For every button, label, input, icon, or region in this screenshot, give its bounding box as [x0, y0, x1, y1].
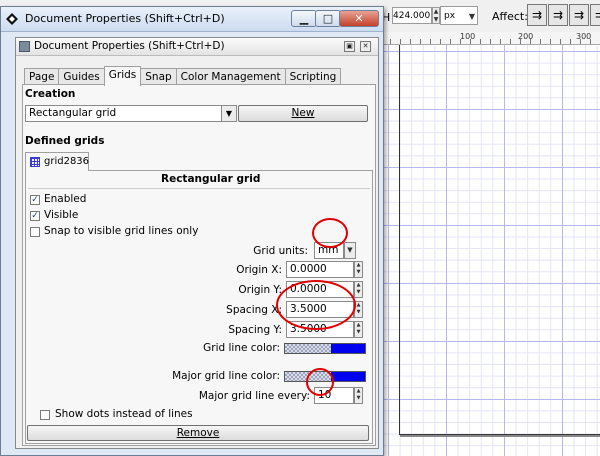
remove-grid-button[interactable]: Remove: [27, 425, 369, 441]
snap-visible-label: Snap to visible grid lines only: [44, 225, 199, 237]
visible-label: Visible: [44, 209, 79, 221]
major-grid-line-color-label: Major grid line color:: [172, 370, 280, 382]
grid-units-select[interactable]: mm: [314, 242, 344, 259]
tab-bar: Page Guides Grids Snap Color Management …: [24, 66, 342, 86]
spacing-y-spinner[interactable]: ▲ ▼: [354, 321, 363, 338]
divider: [28, 188, 370, 189]
show-dots-checkbox[interactable]: [40, 410, 50, 420]
scale-corners-toggle[interactable]: ⇉: [548, 4, 568, 26]
origin-x-spinner[interactable]: ▲ ▼: [354, 261, 363, 278]
grid-line-color-label: Grid line color:: [203, 342, 280, 354]
scale-stroke-toggle[interactable]: ⇉: [527, 4, 547, 26]
spacing-y-input[interactable]: 3.5000: [286, 321, 354, 338]
major-every-spinner[interactable]: ▲ ▼: [354, 387, 363, 404]
defined-grids-title: Defined grids: [25, 135, 105, 147]
creation-title: Creation: [25, 88, 76, 100]
horizontal-ruler[interactable]: [380, 32, 600, 45]
maximize-button[interactable]: □: [315, 10, 341, 27]
dialog-title-bar[interactable]: Document Properties (Shift+Ctrl+D) ▣ ✕: [16, 38, 378, 56]
tab-grid2836[interactable]: grid2836: [25, 152, 89, 171]
dialog-title: Document Properties (Shift+Ctrl+D): [34, 40, 225, 52]
new-grid-button[interactable]: New: [238, 105, 368, 122]
chevron-down-icon: ▼: [347, 246, 353, 254]
ruler-label: 200: [518, 32, 534, 41]
grids-panel: Creation Rectangular grid ▼ New Defined …: [22, 84, 376, 446]
origin-x-label: Origin X:: [236, 264, 282, 276]
units-select[interactable]: px ▼: [440, 6, 478, 25]
grid-canvas[interactable]: [380, 45, 600, 456]
affect-label: Affect:: [492, 10, 528, 23]
move-patterns-toggle[interactable]: ⇉: [590, 4, 600, 26]
minimize-button[interactable]: ▁: [291, 10, 317, 27]
show-dots-label: Show dots instead of lines: [55, 408, 193, 420]
grid-heading: Rectangular grid: [161, 173, 261, 185]
spacing-x-label: Spacing X:: [226, 304, 282, 316]
origin-y-label: Origin Y:: [238, 284, 282, 296]
close-button[interactable]: ✕: [339, 10, 379, 27]
visible-checkbox[interactable]: ✓: [30, 211, 40, 221]
origin-y-spinner[interactable]: ▲ ▼: [354, 281, 363, 298]
spacing-x-input[interactable]: 3.5000: [286, 301, 354, 318]
new-grid-label: New: [291, 107, 315, 119]
window-title: Document Properties (Shift+Ctrl+D): [25, 12, 225, 25]
chevron-down-icon: ▼: [468, 12, 475, 21]
ruler-label: 100: [460, 32, 476, 41]
snap-visible-checkbox[interactable]: [30, 227, 40, 237]
color-fill: [331, 372, 365, 381]
major-every-input[interactable]: 10: [314, 387, 354, 404]
document-properties-dialog: Document Properties (Shift+Ctrl+D) ▣ ✕ P…: [15, 37, 379, 449]
chevron-down-icon: ▼: [221, 106, 236, 121]
document-properties-window: Document Properties (Shift+Ctrl+D) ▁ □ ✕…: [0, 6, 384, 456]
alpha-pattern: [285, 372, 331, 381]
enabled-checkbox[interactable]: ✓: [30, 195, 40, 205]
grid-settings-panel: Rectangular grid ✓ Enabled ✓ Visible Sna…: [25, 170, 373, 444]
grid-type-select[interactable]: Rectangular grid ▼: [25, 105, 237, 122]
window-title-bar[interactable]: Document Properties (Shift+Ctrl+D) ▁ □ ✕: [1, 7, 383, 32]
units-value: px: [444, 11, 456, 21]
ruler-label: 300: [576, 32, 592, 41]
dock-icon[interactable]: ▣: [344, 41, 355, 52]
spacing-x-spinner[interactable]: ▲ ▼: [354, 301, 363, 318]
grid-units-label: Grid units:: [253, 245, 308, 257]
inkscape-icon: [6, 13, 18, 25]
color-fill: [331, 344, 365, 353]
page-border: [399, 45, 400, 435]
page-shadow: [400, 435, 600, 437]
remove-label: Remove: [176, 427, 220, 439]
height-input[interactable]: 424.000: [392, 7, 432, 24]
spacing-y-label: Spacing Y:: [228, 324, 282, 336]
origin-y-input[interactable]: 0.0000: [286, 281, 354, 298]
major-every-label: Major grid line every:: [198, 390, 310, 402]
grid-icon: [30, 157, 40, 167]
alpha-pattern: [285, 344, 331, 353]
enabled-label: Enabled: [44, 193, 87, 205]
tab-grids[interactable]: Grids: [103, 66, 142, 86]
grid-type-value: Rectangular grid: [29, 107, 117, 119]
grid-line-color-swatch[interactable]: [284, 343, 366, 354]
origin-x-input[interactable]: 0.0000: [286, 261, 354, 278]
grid-units-dropdown[interactable]: ▼: [344, 242, 356, 259]
dialog-icon: [19, 41, 30, 52]
height-spinner[interactable]: ▲ ▼: [432, 7, 440, 24]
major-grid-line-color-swatch[interactable]: [284, 371, 366, 382]
close-dialog-icon[interactable]: ✕: [360, 41, 371, 52]
grid-tab-label: grid2836: [44, 156, 90, 167]
move-gradients-toggle[interactable]: ⇉: [569, 4, 589, 26]
